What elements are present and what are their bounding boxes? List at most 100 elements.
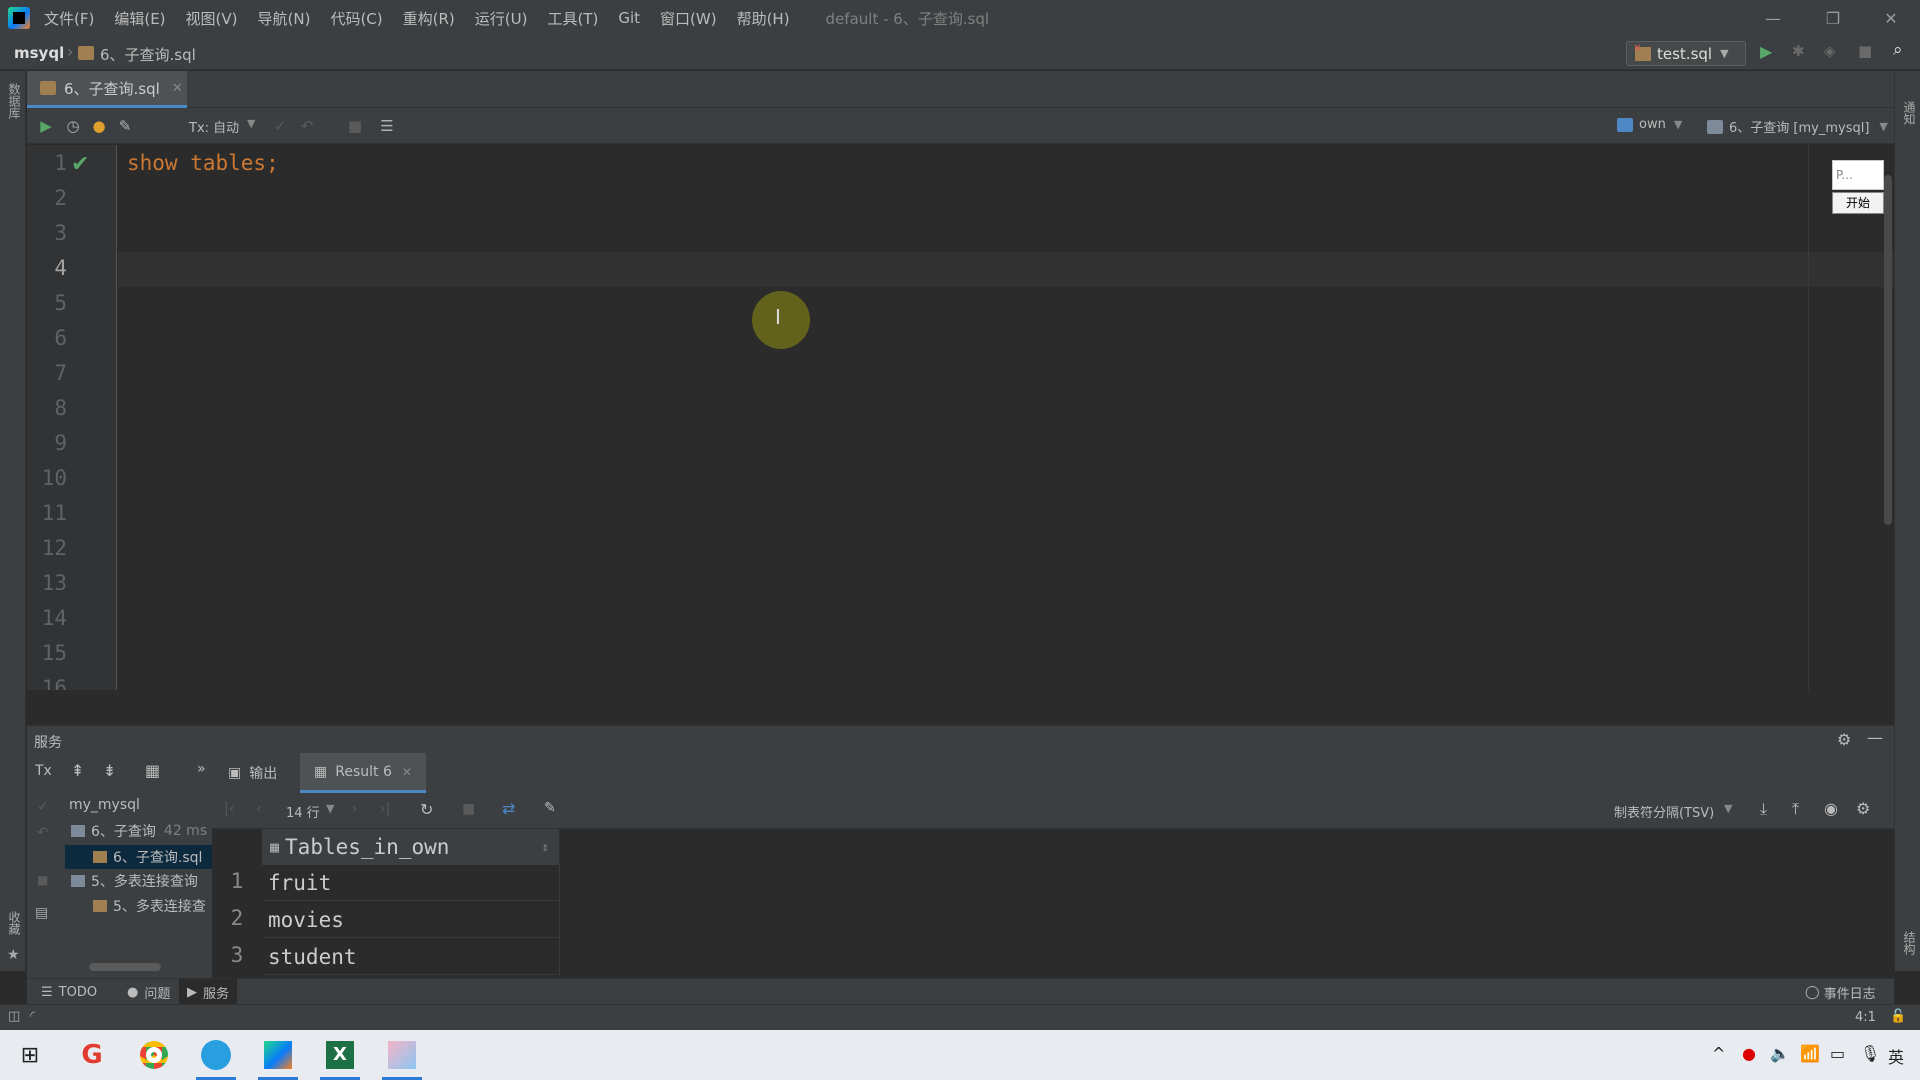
database-tool-label[interactable]: 数据库 <box>6 83 23 119</box>
console-selector[interactable]: 6、子查询 [my_mysql] ▼ <box>1707 117 1888 136</box>
taskbar-app-6[interactable] <box>377 1030 427 1080</box>
pin-icon[interactable]: ✎ <box>544 800 556 816</box>
layout-toggle-icon[interactable]: ◫ <box>8 1009 20 1024</box>
menu-tools[interactable]: 工具(T) <box>547 8 598 29</box>
coverage-icon[interactable]: ◈ <box>1824 42 1836 60</box>
export-format-dropdown[interactable]: 制表符分隔(TSV) <box>1614 802 1714 821</box>
menu-code[interactable]: 代码(C) <box>330 8 382 29</box>
taskbar-app-3[interactable] <box>191 1030 241 1080</box>
editor-tab[interactable]: 6、子查询.sql ✕ <box>27 71 187 108</box>
tab-todo[interactable]: ☰ TODO <box>33 979 105 1005</box>
gear-icon[interactable]: ⚙ <box>1856 799 1870 818</box>
commit-icon[interactable]: ✓ <box>37 799 49 815</box>
rollback-icon[interactable]: ↶ <box>37 825 49 841</box>
gear-icon[interactable]: ⚙ <box>1837 730 1851 749</box>
tree-item-connection[interactable]: my_mysql <box>69 797 140 813</box>
battery-icon[interactable]: ▭ <box>1830 1044 1845 1063</box>
collapse-all-icon[interactable]: ⇟ <box>103 761 116 780</box>
start-button[interactable]: ⊞ <box>5 1030 55 1080</box>
first-page-icon[interactable]: |‹ <box>224 801 234 817</box>
commit-icon[interactable]: ✓ <box>270 116 290 136</box>
debug-icon[interactable]: ✱ <box>1792 42 1805 60</box>
chevron-up-icon[interactable]: ^ <box>1712 1044 1725 1063</box>
layout-icon[interactable]: ▤ <box>35 905 48 921</box>
breadcrumb-project[interactable]: msyql <box>14 44 64 62</box>
taskbar-datagrip[interactable] <box>253 1030 303 1080</box>
eye-icon[interactable]: ◉ <box>1824 799 1838 818</box>
stop-icon[interactable]: ■ <box>1858 42 1872 60</box>
cancel-icon[interactable]: ■ <box>345 116 365 136</box>
caret-position[interactable]: 4:1 <box>1855 1010 1876 1025</box>
upload-icon[interactable]: ⤒ <box>1792 799 1799 819</box>
sql-editor[interactable]: ✔ 1 2 3 4 5 6 7 8 9 10 11 12 13 14 15 16 show tables; I… <box>27 145 1894 690</box>
favorites-tool-label[interactable]: 收藏 <box>6 911 23 935</box>
table-cell[interactable]: fruit <box>264 865 560 901</box>
record-icon[interactable]: ● <box>1742 1044 1756 1063</box>
tab-services[interactable]: ▶ 服务 <box>179 979 238 1005</box>
close-icon[interactable]: ✕ <box>172 81 183 96</box>
minimize-button[interactable]: — <box>1750 0 1796 36</box>
menu-window[interactable]: 窗口(W) <box>660 8 717 29</box>
restore-button[interactable]: ❐ <box>1810 0 1856 36</box>
rollback-icon[interactable]: ↶ <box>297 116 317 136</box>
menu-git[interactable]: Git <box>618 9 640 27</box>
tree-item-file[interactable]: 5、多表连接查 <box>93 896 206 916</box>
schema-selector[interactable]: own ▼ <box>1617 117 1682 132</box>
result-grid[interactable]: ▦ Tables_in_own ⇕ 1 fruit 2 movies 3 stu… <box>212 829 1882 978</box>
tree-item-file-selected[interactable]: 6、子查询.sql <box>65 845 212 869</box>
refresh-icon[interactable]: ↻ <box>420 800 433 819</box>
more-icon[interactable]: » <box>197 761 206 777</box>
hide-panel-icon[interactable]: — <box>1867 728 1883 747</box>
menu-edit[interactable]: 编辑(E) <box>114 8 165 29</box>
tab-problems[interactable]: ● 问题 <box>119 979 178 1005</box>
network-icon[interactable]: 📶 <box>1800 1044 1820 1063</box>
stop-icon[interactable]: ■ <box>462 801 475 817</box>
last-page-icon[interactable]: ›| <box>380 801 390 817</box>
menu-view[interactable]: 视图(V) <box>186 8 238 29</box>
output-layout-icon[interactable]: ☰ <box>377 116 397 136</box>
expand-all-icon[interactable]: ⇞ <box>71 761 84 780</box>
taskbar-app-1[interactable]: G <box>67 1030 117 1080</box>
stop-icon[interactable]: ■ <box>37 873 48 887</box>
run-config-selector[interactable]: test.sql ▼ <box>1626 41 1746 66</box>
row-count-dropdown[interactable]: 14 行 <box>286 802 320 821</box>
tab-event-log[interactable]: ◯ 事件日志 <box>1797 979 1884 1005</box>
prev-page-icon[interactable]: ‹ <box>256 801 262 817</box>
menu-run[interactable]: 运行(U) <box>475 8 528 29</box>
tree-item-session[interactable]: 5、多表连接查询 <box>71 871 198 891</box>
run-icon[interactable]: ▶ <box>1760 42 1772 61</box>
taskbar-excel[interactable]: X <box>315 1030 365 1080</box>
start-button[interactable]: 开始 <box>1832 192 1884 214</box>
close-window-button[interactable]: ✕ <box>1868 0 1914 36</box>
column-header[interactable]: ▦ Tables_in_own ⇕ <box>262 829 560 865</box>
group-icon[interactable]: ▦ <box>145 761 160 780</box>
taskbar-chrome[interactable] <box>129 1030 179 1080</box>
volume-icon[interactable]: 🔈 <box>1770 1044 1790 1063</box>
editor-scrollbar[interactable] <box>1884 175 1892 525</box>
download-icon[interactable]: ⤓ <box>1760 799 1767 819</box>
tab-result[interactable]: ▦ Result 6 ✕ <box>300 753 426 793</box>
menu-refactor[interactable]: 重构(R) <box>403 8 455 29</box>
sort-icon[interactable]: ⇕ <box>542 840 549 854</box>
structure-tool-label[interactable]: 结构 <box>1901 931 1918 955</box>
search-icon[interactable]: ⌕ <box>1893 40 1903 60</box>
execute-icon[interactable]: ▶ <box>36 116 56 136</box>
tree-item-session[interactable]: 6、子查询 42 ms <box>71 821 207 841</box>
settings-wrench-icon[interactable]: ✎ <box>115 116 135 136</box>
notifications-tool-label[interactable]: 通知 <box>1901 101 1918 125</box>
menu-file[interactable]: 文件(F) <box>44 8 94 29</box>
menu-navigate[interactable]: 导航(N) <box>258 8 311 29</box>
tree-scrollbar[interactable] <box>89 963 161 971</box>
lock-icon[interactable]: 🔓 <box>1890 1009 1906 1024</box>
next-page-icon[interactable]: › <box>352 801 358 817</box>
tab-output[interactable]: ▣ 输出 <box>228 753 277 793</box>
menu-help[interactable]: 帮助(H) <box>737 8 790 29</box>
ime-indicator[interactable]: 英 <box>1888 1044 1904 1068</box>
tx-icon[interactable]: Tx <box>35 763 52 779</box>
table-cell[interactable]: movies <box>264 902 560 938</box>
transaction-mode-dropdown[interactable]: Tx: 自动 <box>189 117 239 136</box>
close-icon[interactable]: ✕ <box>402 765 412 779</box>
history-icon[interactable]: ◷ <box>63 116 83 136</box>
explain-plan-icon[interactable]: ● <box>89 116 109 136</box>
code-line-1[interactable]: show tables; <box>127 151 279 175</box>
